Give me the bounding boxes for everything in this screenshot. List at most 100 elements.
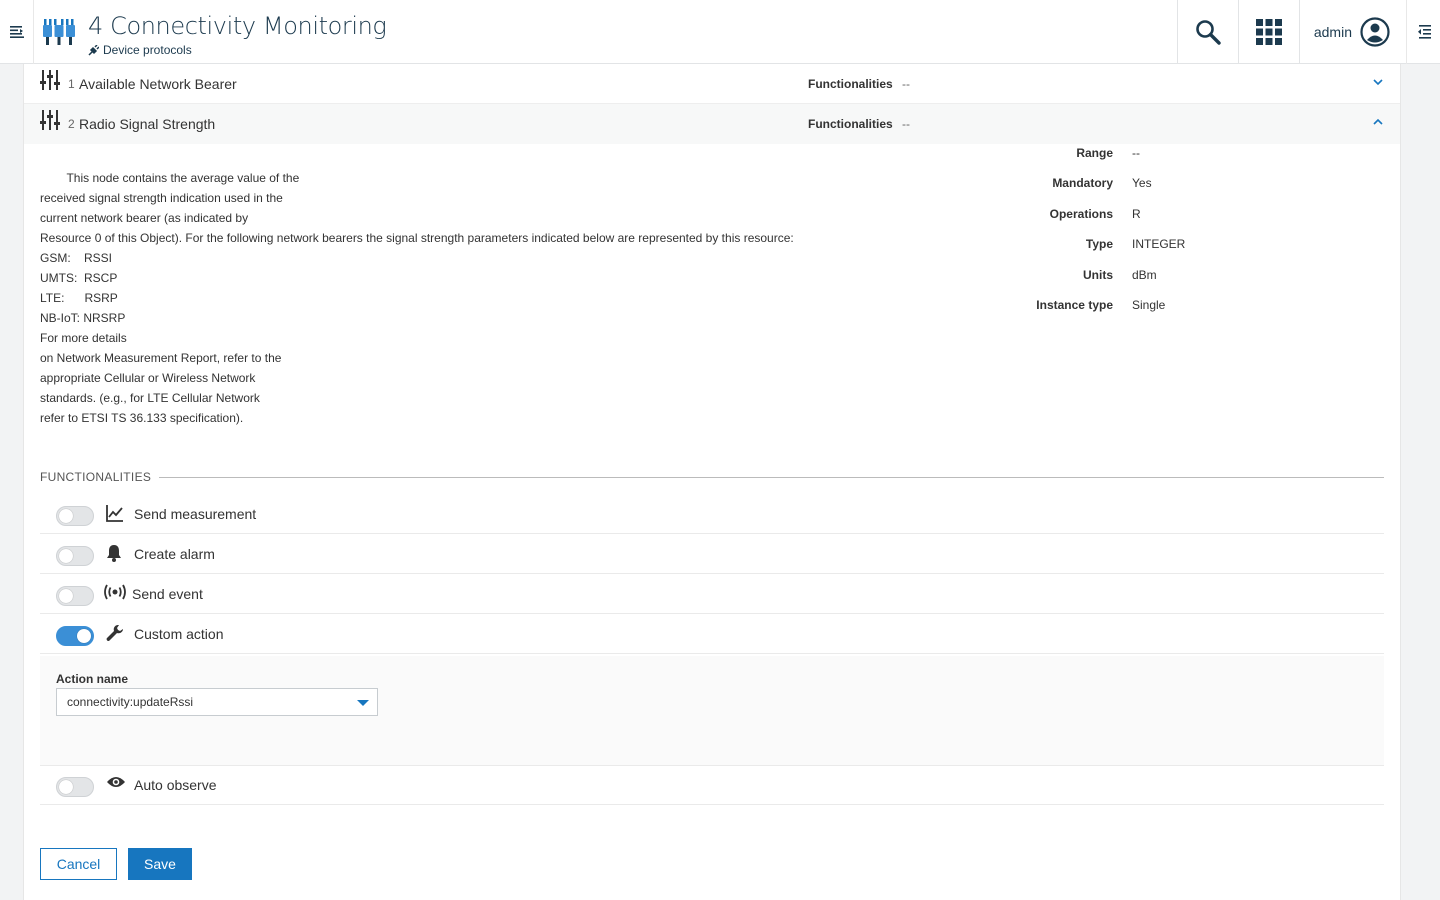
- resource-properties: Range -- Mandatory Yes Operations R Type INT…: [1004, 146, 1364, 328]
- resource-description: This node contains the average value of …: [40, 168, 794, 428]
- object-card: 1 Available Network Bearer Functionaliti…: [23, 64, 1401, 900]
- custom-action-toggle[interactable]: [56, 626, 94, 646]
- description-line: This node contains the average value of …: [40, 171, 300, 185]
- bell-icon: [107, 545, 121, 562]
- property-value: Single: [1132, 297, 1166, 312]
- property-operations: Operations R: [1004, 207, 1364, 237]
- property-value: INTEGER: [1132, 237, 1186, 252]
- page-title: 4 Connectivity Monitoring: [88, 12, 387, 40]
- sliders-icon: [40, 70, 60, 90]
- user-avatar-icon: [1360, 16, 1390, 47]
- func-label: Custom action: [134, 625, 224, 642]
- func-create-alarm: Create alarm: [40, 534, 1384, 574]
- app-switcher-button[interactable]: [1237, 0, 1299, 64]
- description-line: NB-IoT: NRSRP: [40, 311, 126, 325]
- left-drawer-toggle[interactable]: [0, 0, 34, 64]
- property-instance-type: Instance type Single: [1004, 298, 1364, 328]
- line-chart-icon: [106, 505, 123, 522]
- action-name-label: Action name: [56, 672, 129, 686]
- search-button[interactable]: [1176, 0, 1238, 64]
- description-line: received signal strength indication used…: [40, 191, 283, 205]
- description-line: For more details: [40, 331, 127, 345]
- description-line: standards. (e.g., for LTE Cellular Netwo…: [40, 391, 260, 405]
- description-line: LTE: RSRP: [40, 291, 118, 305]
- resource-row-radio-signal-strength[interactable]: 2 Radio Signal Strength Functionalities …: [24, 104, 1400, 144]
- menu-toggle-icon: [9, 25, 24, 38]
- header-actions: admin: [1176, 0, 1440, 64]
- send-event-toggle[interactable]: [56, 586, 94, 606]
- property-key: Type: [1085, 237, 1113, 252]
- func-label: Auto observe: [134, 776, 217, 793]
- resource-number: 1: [68, 76, 75, 91]
- toggle-knob: [59, 509, 73, 523]
- functionalities-value: --: [902, 117, 910, 131]
- functionalities-value: --: [902, 76, 910, 91]
- action-name-value: connectivity:updateRssi: [67, 695, 194, 709]
- functionalities-heading: FUNCTIONALITIES: [40, 470, 1384, 484]
- property-key: Mandatory: [1052, 176, 1113, 191]
- save-button[interactable]: Save: [128, 848, 192, 880]
- property-key: Range: [1076, 146, 1113, 160]
- description-line: appropriate Cellular or Wireless Network: [40, 371, 256, 385]
- property-key: Instance type: [1036, 297, 1113, 312]
- grid-icon: [1255, 18, 1282, 45]
- broadcast-icon: [104, 584, 126, 600]
- property-range: Range --: [1004, 146, 1364, 176]
- func-auto-observe: Auto observe: [40, 765, 1384, 805]
- right-drawer-toggle[interactable]: [1406, 0, 1440, 64]
- property-value: dBm: [1132, 267, 1157, 282]
- username: admin: [1313, 23, 1352, 40]
- auto-observe-toggle[interactable]: [56, 777, 94, 797]
- toggle-knob: [59, 589, 73, 603]
- property-value: Yes: [1132, 176, 1152, 191]
- resource-name: Available Network Bearer: [79, 75, 237, 92]
- create-alarm-toggle[interactable]: [56, 546, 94, 566]
- breadcrumb[interactable]: Device protocols: [88, 43, 386, 57]
- functionalities-label: Functionalities: [808, 117, 893, 131]
- wrench-icon: [106, 625, 123, 641]
- description-line: current network bearer (as indicated by: [40, 211, 249, 225]
- sliders-icon: [40, 110, 60, 130]
- device-protocol-icon: [43, 18, 75, 45]
- eye-icon: [107, 777, 125, 787]
- toggle-knob: [59, 780, 73, 794]
- toggle-knob: [77, 629, 91, 643]
- func-label: Create alarm: [134, 545, 215, 562]
- property-mandatory: Mandatory Yes: [1004, 176, 1364, 206]
- resource-row-available-network-bearer[interactable]: 1 Available Network Bearer Functionaliti…: [24, 64, 1400, 104]
- property-value: --: [1132, 146, 1140, 160]
- property-key: Operations: [1049, 206, 1113, 221]
- resource-number: 2: [68, 117, 75, 131]
- func-send-measurement: Send measurement: [40, 494, 1384, 534]
- description-line: UMTS: RSCP: [40, 271, 118, 285]
- app-header: 4 Connectivity Monitoring Device protoco…: [0, 0, 1440, 64]
- func-label: Send event: [132, 585, 203, 602]
- func-send-event: Send event: [40, 574, 1384, 614]
- right-drawer-icon: [1417, 24, 1431, 39]
- property-type: Type INTEGER: [1004, 237, 1364, 267]
- func-custom-action: Custom action: [40, 614, 1384, 654]
- property-units: Units dBm: [1004, 268, 1364, 298]
- description-line: refer to ETSI TS 36.133 specification).: [40, 411, 244, 425]
- functionalities-label: Functionalities: [808, 76, 893, 91]
- breadcrumb-label: Device protocols: [103, 43, 192, 57]
- func-label: Send measurement: [134, 505, 257, 522]
- functionalities-title: FUNCTIONALITIES: [40, 470, 152, 484]
- search-icon: [1196, 19, 1221, 45]
- caret-down-icon: [357, 700, 369, 706]
- property-key: Units: [1083, 267, 1113, 282]
- plug-icon: [88, 44, 99, 56]
- cancel-button[interactable]: Cancel: [40, 848, 117, 880]
- description-line: on Network Measurement Report, refer to …: [40, 351, 282, 365]
- description-line: Resource 0 of this Object). For the foll…: [40, 231, 794, 245]
- send-measurement-toggle[interactable]: [56, 506, 94, 526]
- toggle-knob: [59, 549, 73, 563]
- user-menu-button[interactable]: admin: [1298, 0, 1406, 64]
- chevron-down-icon[interactable]: [1372, 76, 1384, 88]
- custom-action-panel: Action name connectivity:updateRssi: [40, 656, 1384, 766]
- chevron-up-icon[interactable]: [1372, 116, 1384, 128]
- action-name-select[interactable]: connectivity:updateRssi: [56, 688, 378, 716]
- description-line: GSM: RSSI: [40, 251, 113, 265]
- divider: [159, 476, 1384, 478]
- property-value: R: [1132, 206, 1141, 221]
